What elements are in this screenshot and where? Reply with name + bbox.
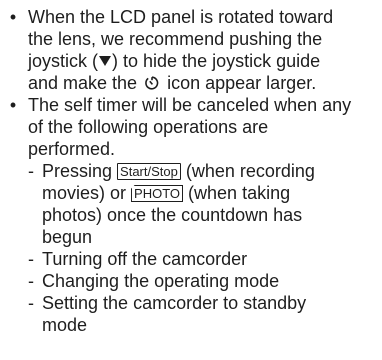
self-timer-icon [145, 76, 159, 90]
note-bullet-lcd: • When the LCD panel is rotated toward t… [6, 6, 380, 94]
text-line: photos) once the countdown has [42, 205, 303, 225]
text-fragment: icon appear larger. [167, 73, 317, 93]
down-triangle-icon [99, 56, 112, 66]
text-line: the lens, we recommend pushing the [28, 29, 323, 49]
list-dash: - [28, 161, 34, 181]
text-fragment: Pressing [42, 161, 113, 181]
text-line: When the LCD panel is rotated toward [28, 7, 334, 27]
text-line: Setting the camcorder to standby [42, 293, 307, 313]
text-fragment: joystick ( [28, 51, 99, 71]
text-line: Turning off the camcorder [42, 249, 248, 269]
list-dash: - [28, 271, 34, 291]
text-line: and make the icon appear larger. [28, 72, 380, 94]
text-fragment: (when recording [185, 161, 315, 181]
bullet-dot: • [9, 7, 17, 27]
text-fragment: and make the [28, 73, 138, 93]
text-line: of the following operations are [28, 117, 269, 137]
text-line: Pressing Start/Stop (when recording [42, 160, 380, 182]
list-dash: - [28, 293, 34, 313]
text-fragment: movies) or [42, 183, 127, 203]
note-bullet-self-timer: • The self timer will be canceled when a… [6, 94, 380, 336]
text-line: begun [42, 227, 93, 247]
text-line: performed. [28, 139, 116, 159]
text-fragment: (when taking [188, 183, 291, 203]
list-item: - Setting the camcorder to standby mode [28, 292, 380, 336]
start-stop-button-label: Start/Stop [117, 163, 181, 180]
list-dash: - [28, 249, 34, 269]
text-line: mode [42, 315, 88, 335]
text-line: The self timer will be canceled when any [28, 95, 352, 115]
text-line: joystick ( ) to hide the joystick guide [28, 50, 380, 72]
list-item: - Pressing Start/Stop (when recording mo… [28, 160, 380, 248]
cancel-operations-list: - Pressing Start/Stop (when recording mo… [28, 160, 380, 336]
document-body: • When the LCD panel is rotated toward t… [6, 6, 380, 336]
bullet-dot: • [9, 95, 17, 115]
list-item: - Changing the operating mode [28, 270, 380, 292]
text-line: movies) or PHOTO (when taking [42, 182, 380, 204]
text-line: Changing the operating mode [42, 271, 280, 291]
text-fragment: ) to hide the joystick guide [112, 51, 321, 71]
list-item: - Turning off the camcorder [28, 248, 380, 270]
photo-button-label: PHOTO [131, 185, 184, 202]
